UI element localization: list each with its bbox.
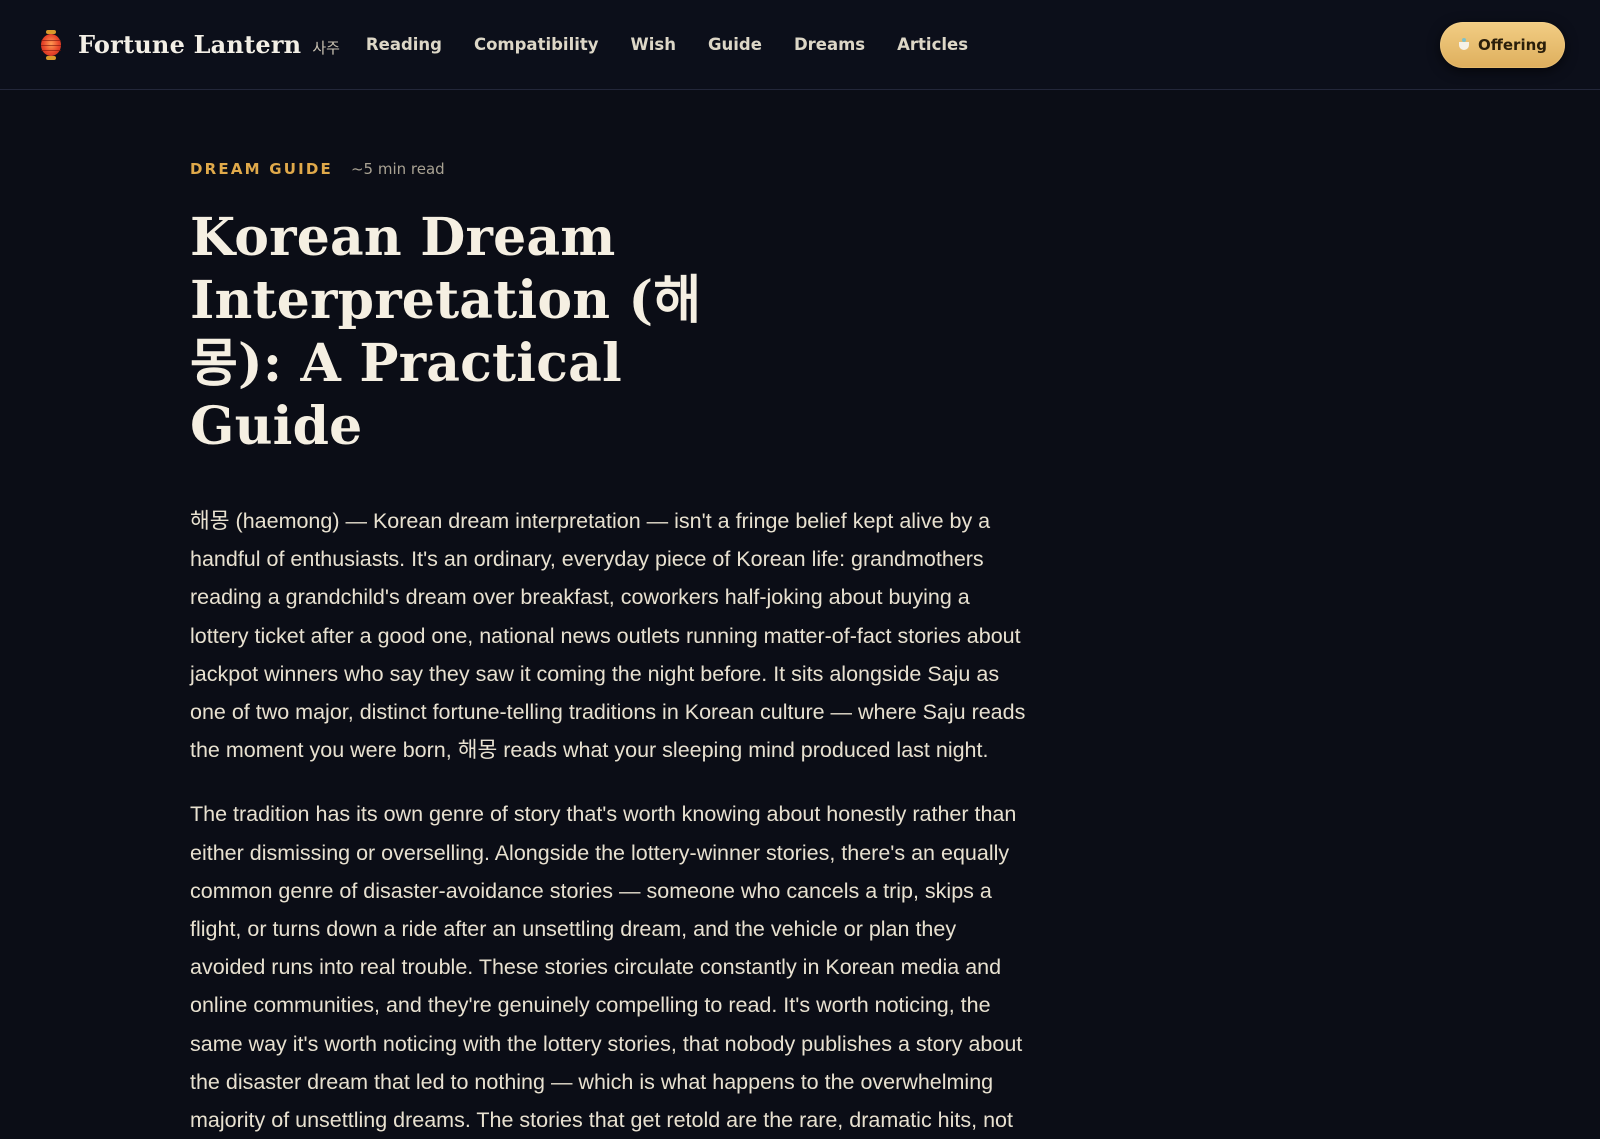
article-category: DREAM GUIDE — [190, 160, 333, 178]
lantern-icon — [38, 28, 64, 62]
nav-item-articles[interactable]: Articles — [897, 35, 968, 54]
nav-item-compatibility[interactable]: Compatibility — [474, 35, 599, 54]
article-title: Korean Dream Interpretation (해몽): A Prac… — [190, 207, 702, 457]
read-time: ~5 min read — [350, 160, 445, 178]
nav-item-guide[interactable]: Guide — [708, 35, 762, 54]
article-paragraph: The tradition has its own genre of story… — [190, 802, 1023, 1133]
top-navigation-bar: Fortune Lantern 사주 Reading Compatibility… — [0, 0, 1600, 90]
nav-item-dreams[interactable]: Dreams — [794, 35, 865, 54]
brand-name: Fortune Lantern — [78, 30, 302, 59]
brand-logo-link[interactable]: Fortune Lantern 사주 — [38, 0, 340, 90]
article: DREAM GUIDE ~5 min read Korean Dream Int… — [190, 160, 1030, 1139]
nav-item-reading[interactable]: Reading — [366, 35, 442, 54]
article-meta: DREAM GUIDE ~5 min read — [190, 160, 1030, 188]
main-nav: Reading Compatibility Wish Guide Dreams … — [366, 0, 1000, 90]
tea-cup-icon — [1458, 38, 1470, 51]
article-paragraph: 해몽 (haemong) — Korean dream interpretati… — [190, 509, 1026, 763]
offering-button[interactable]: Offering — [1440, 22, 1565, 68]
brand-subtitle: 사주 — [312, 39, 340, 57]
offering-label: Offering — [1477, 36, 1548, 54]
nav-item-wish[interactable]: Wish — [631, 35, 676, 54]
